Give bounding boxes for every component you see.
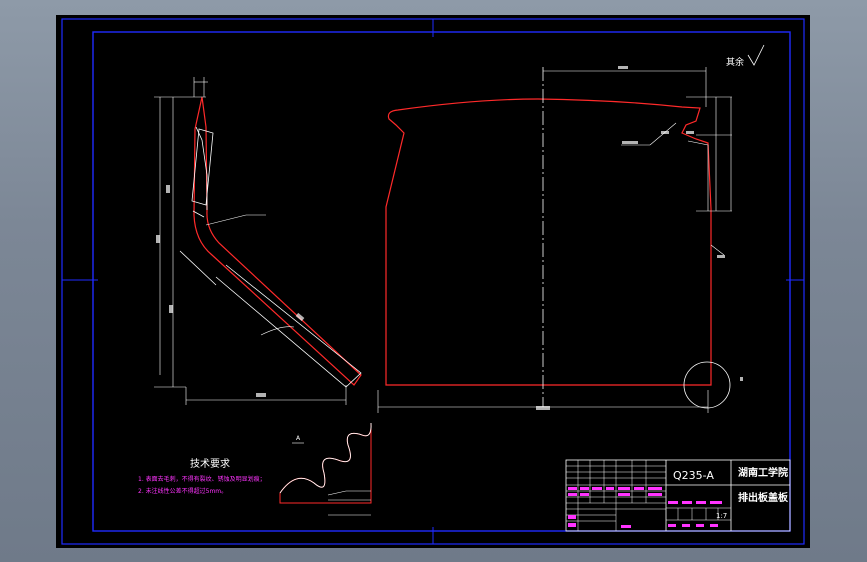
surface-finish-icon	[747, 44, 765, 66]
side-profile	[193, 96, 362, 386]
scale-value: 1:7	[716, 512, 727, 520]
surface-finish-note: 其余	[726, 56, 744, 68]
outer-border	[61, 18, 805, 545]
cad-canvas[interactable]: 其余 A 技术要求 1. 表面去毛刺，不得有裂纹、锈蚀及明显划痕； 2. 未注线…	[56, 15, 810, 548]
school-name: 湖南工学院	[738, 466, 788, 479]
side-view	[154, 77, 362, 405]
cad-drawing: 其余 A 技术要求 1. 表面去毛刺，不得有裂纹、锈蚀及明显划痕； 2. 未注线…	[61, 18, 805, 545]
front-view: 其余	[377, 44, 765, 413]
tech-req-line-1: 1. 表面去毛刺，不得有裂纹、锈蚀及明显划痕；	[138, 475, 266, 483]
tech-req-heading: 技术要求	[190, 457, 230, 470]
detail-scale-label: A	[296, 435, 301, 442]
detail-view: A	[279, 422, 372, 516]
material-label: Q235-A	[673, 469, 714, 482]
technical-requirements: 技术要求 1. 表面去毛刺，不得有裂纹、锈蚀及明显划痕； 2. 未注线性公差不得…	[138, 457, 266, 495]
title-block: Q235-A 湖南工学院 排出板盖板 1:7	[565, 459, 791, 532]
part-name: 排出板盖板	[738, 491, 789, 504]
tech-req-line-2: 2. 未注线性公差不得超过5mm。	[138, 487, 227, 495]
front-profile	[385, 98, 712, 386]
